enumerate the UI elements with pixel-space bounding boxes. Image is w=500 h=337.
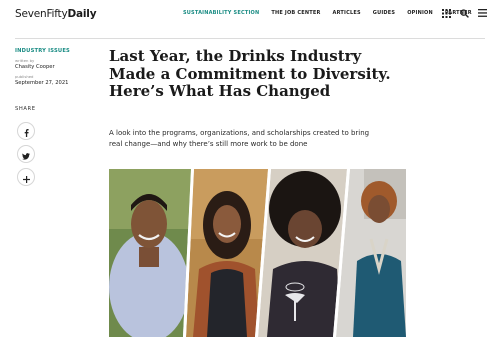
- article-meta: INDUSTRY ISSUES written by Chasity Coope…: [15, 48, 95, 86]
- dek-line-1: A look into the programs, organizations,…: [109, 129, 370, 137]
- published-label: published: [15, 74, 34, 79]
- share-facebook-button[interactable]: [17, 122, 35, 140]
- header-divider: [15, 38, 485, 39]
- site-logo[interactable]: SevenFiftyDaily: [15, 8, 97, 20]
- author-name[interactable]: Chasity Cooper: [15, 64, 95, 70]
- written-by-label: written by: [15, 58, 35, 63]
- publish-date: September 27, 2021: [15, 80, 69, 86]
- dek-line-2: real change—and why there’s still more w…: [109, 140, 308, 148]
- grid-icon[interactable]: [440, 7, 452, 19]
- twitter-icon: [22, 145, 30, 164]
- header-icons: [440, 7, 488, 19]
- category-tag[interactable]: INDUSTRY ISSUES: [15, 48, 95, 54]
- facebook-icon: [24, 122, 29, 141]
- logo-daily: Daily: [67, 8, 97, 20]
- article-dek: A look into the programs, organizations,…: [109, 128, 409, 150]
- headline-line-3: Here’s What Has Changed: [109, 82, 331, 100]
- share-more-button[interactable]: [17, 168, 35, 186]
- search-icon[interactable]: [458, 7, 470, 19]
- nav-articles[interactable]: ARTICLES: [333, 10, 361, 16]
- main-nav: SUSTAINABILITY SECTION THE JOB CENTER AR…: [183, 10, 484, 16]
- portrait-collage: [109, 169, 406, 337]
- headline-line-1: Last Year, the Drinks Industry: [109, 47, 362, 65]
- logo-sevenfifty: SevenFifty: [15, 8, 68, 20]
- nav-guides[interactable]: GUIDES: [373, 10, 395, 16]
- hero-image: [109, 169, 406, 337]
- headline-line-2: Made a Commitment to Diversity.: [109, 64, 391, 83]
- share-label: SHARE: [15, 106, 36, 112]
- article-headline: Last Year, the Drinks Industry Made a Co…: [109, 47, 399, 101]
- menu-icon[interactable]: [476, 7, 488, 19]
- nav-opinion[interactable]: OPINION: [407, 10, 433, 16]
- nav-job-center[interactable]: THE JOB CENTER: [271, 10, 320, 16]
- share-twitter-button[interactable]: [17, 145, 35, 163]
- nav-sustainability-section[interactable]: SUSTAINABILITY SECTION: [183, 10, 259, 16]
- site-header: SevenFiftyDaily SUSTAINABILITY SECTION T…: [0, 0, 500, 30]
- plus-icon: [22, 168, 30, 187]
